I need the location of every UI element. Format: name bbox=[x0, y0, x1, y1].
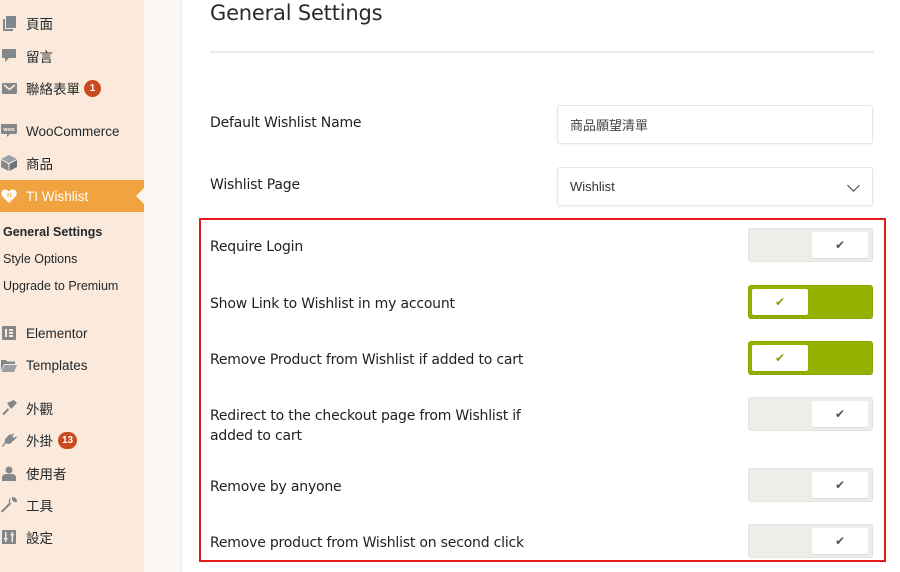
wishlist-page-label: Wishlist Page bbox=[210, 177, 300, 193]
sidebar-item-users[interactable]: 使用者 bbox=[0, 457, 144, 489]
admin-sidebar: 頁面 留言 聯絡表單 1 woo WooCommerce 商品 TI TI Wi… bbox=[0, 0, 144, 572]
notification-badge: 1 bbox=[84, 80, 101, 97]
remove-if-added-label: Remove Product from Wishlist if added to… bbox=[210, 352, 524, 368]
show-link-label: Show Link to Wishlist in my account bbox=[210, 296, 455, 312]
check-icon: ✔ bbox=[812, 232, 868, 258]
require-login-toggle[interactable]: ✔ bbox=[748, 228, 873, 262]
sidebar-item-templates[interactable]: Templates bbox=[0, 349, 144, 381]
default-wishlist-name-input[interactable]: 商品願望清單 bbox=[557, 105, 873, 144]
check-icon: ✔ bbox=[812, 528, 868, 554]
sidebar-item-pages[interactable]: 頁面 bbox=[0, 7, 144, 39]
svg-text:TI: TI bbox=[6, 194, 11, 200]
mail-icon bbox=[1, 80, 17, 96]
submenu-style-options[interactable]: Style Options bbox=[3, 252, 77, 266]
default-wishlist-name-value: 商品願望清單 bbox=[570, 118, 649, 133]
show-link-toggle[interactable]: ✔ bbox=[748, 285, 873, 319]
comments-icon bbox=[1, 48, 17, 64]
sidebar-item-appearance[interactable]: 外觀 bbox=[0, 392, 144, 424]
remove-if-added-toggle[interactable]: ✔ bbox=[748, 341, 873, 375]
woocommerce-icon: woo bbox=[1, 123, 17, 139]
sidebar-item-elementor[interactable]: Elementor bbox=[0, 317, 144, 349]
svg-text:woo: woo bbox=[3, 127, 15, 133]
title-divider bbox=[210, 51, 874, 53]
remove-second-click-label: Remove product from Wishlist on second c… bbox=[210, 535, 524, 551]
check-icon: ✔ bbox=[752, 345, 808, 371]
check-icon: ✔ bbox=[812, 472, 868, 498]
pages-icon bbox=[1, 15, 17, 31]
plugin-icon bbox=[1, 432, 17, 448]
settings-icon bbox=[1, 529, 17, 545]
remove-second-click-toggle[interactable]: ✔ bbox=[748, 524, 873, 558]
sidebar-item-tools[interactable]: 工具 bbox=[0, 489, 144, 521]
folder-icon bbox=[1, 357, 17, 373]
check-icon: ✔ bbox=[812, 401, 868, 427]
sidebar-item-comments[interactable]: 留言 bbox=[0, 40, 144, 72]
redirect-checkout-label: Redirect to the checkout page from Wishl… bbox=[210, 408, 521, 444]
sidebar-item-contact-form[interactable]: 聯絡表單 1 bbox=[0, 72, 144, 104]
remove-by-anyone-label: Remove by anyone bbox=[210, 479, 342, 495]
elementor-icon bbox=[1, 325, 17, 341]
submenu-general-settings[interactable]: General Settings bbox=[3, 225, 102, 239]
highlight-box bbox=[199, 218, 886, 562]
sidebar-item-woocommerce[interactable]: woo WooCommerce bbox=[0, 115, 144, 147]
user-icon bbox=[1, 465, 17, 481]
heart-icon: TI bbox=[1, 188, 17, 204]
page-title: General Settings bbox=[210, 1, 383, 25]
box-icon bbox=[1, 155, 17, 171]
remove-by-anyone-toggle[interactable]: ✔ bbox=[748, 468, 873, 502]
submenu-upgrade-premium[interactable]: Upgrade to Premium bbox=[3, 279, 118, 293]
sidebar-item-products[interactable]: 商品 bbox=[0, 147, 144, 179]
plugin-updates-badge: 13 bbox=[58, 432, 78, 449]
wishlist-page-select[interactable]: Wishlist bbox=[557, 167, 873, 206]
sidebar-item-ti-wishlist[interactable]: TI TI Wishlist bbox=[0, 180, 144, 212]
require-login-label: Require Login bbox=[210, 239, 304, 255]
wishlist-page-selected: Wishlist bbox=[570, 179, 615, 194]
redirect-checkout-toggle[interactable]: ✔ bbox=[748, 397, 873, 431]
check-icon: ✔ bbox=[752, 289, 808, 315]
sidebar-item-plugins[interactable]: 外掛 13 bbox=[0, 424, 144, 456]
sidebar-item-settings[interactable]: 設定 bbox=[0, 521, 144, 553]
settings-content: General Settings Default Wishlist Name 商… bbox=[182, 0, 900, 572]
content-gutter bbox=[144, 0, 182, 572]
default-wishlist-name-label: Default Wishlist Name bbox=[210, 115, 362, 131]
wrench-icon bbox=[1, 497, 17, 513]
paintbrush-icon bbox=[1, 400, 17, 416]
chevron-down-icon bbox=[847, 179, 860, 192]
